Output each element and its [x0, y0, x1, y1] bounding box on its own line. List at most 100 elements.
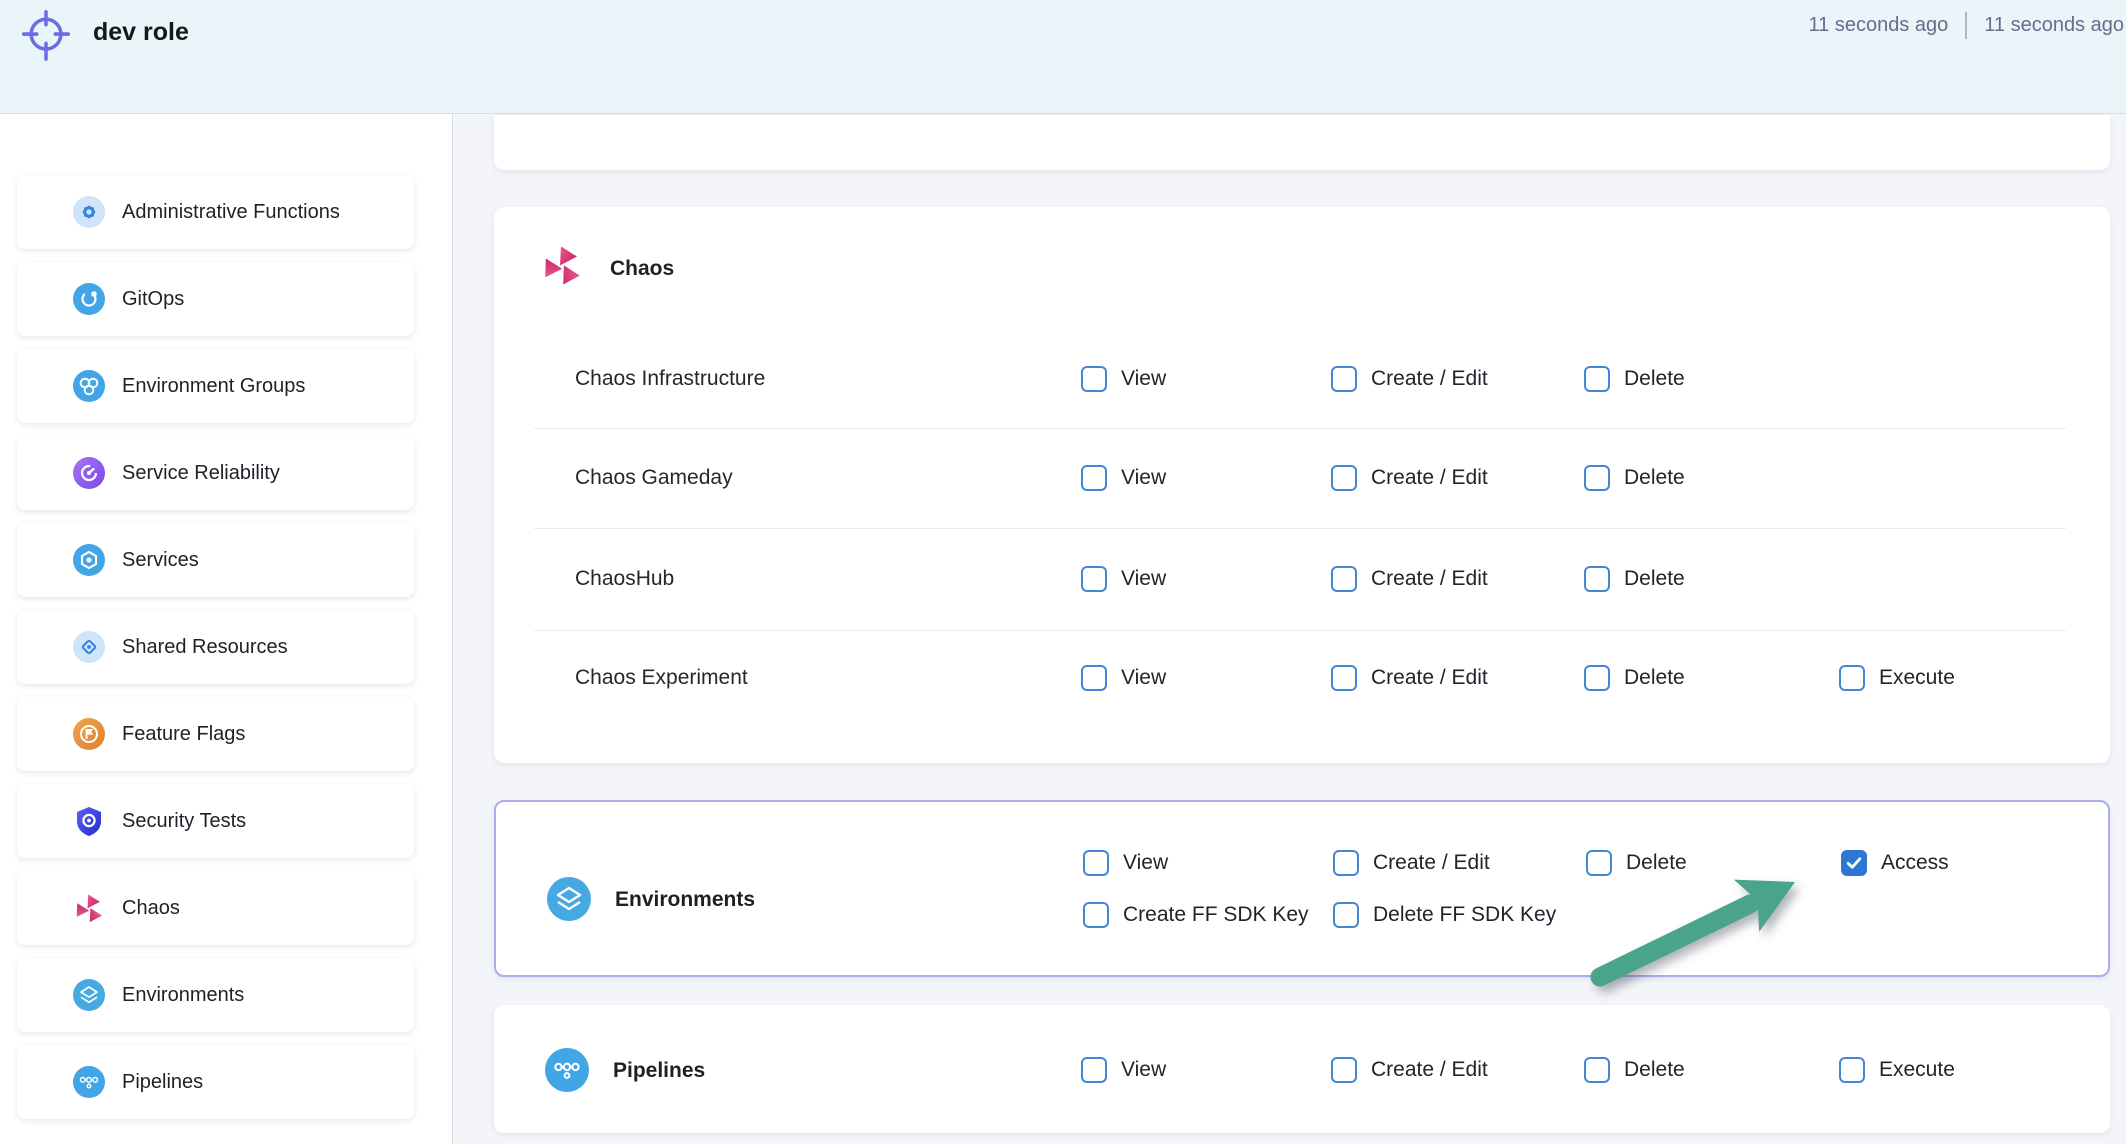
- checkbox-view[interactable]: [1083, 850, 1109, 876]
- pipelines-icon: [73, 1066, 105, 1098]
- services-icon: [73, 544, 105, 576]
- environments-icon: [547, 877, 591, 926]
- checkbox-execute[interactable]: [1839, 665, 1865, 691]
- sidebar-item-security-tests[interactable]: Security Tests: [17, 784, 414, 858]
- sidebar-item-environment-groups[interactable]: Environment Groups: [17, 349, 414, 423]
- permission-label: Delete: [1624, 1058, 1685, 1082]
- checkbox-view[interactable]: [1081, 665, 1107, 691]
- service-reliability-icon: [73, 457, 105, 489]
- section-title: Pipelines: [613, 1059, 705, 1083]
- permission-row-chaoshub: ChaosHub View Create / Edit Delete: [494, 528, 2110, 630]
- sidebar-item-label: Administrative Functions: [122, 201, 340, 224]
- resource-label: Chaos Infrastructure: [575, 367, 765, 391]
- sidebar-item-label: Chaos: [122, 897, 180, 920]
- sidebar-item-gitops[interactable]: GitOps: [17, 262, 414, 336]
- sidebar-item-pipelines[interactable]: Pipelines: [17, 1045, 414, 1119]
- permission-label: Create / Edit: [1371, 666, 1488, 690]
- permission-label: Delete: [1626, 851, 1687, 875]
- sidebar-item-feature-flags[interactable]: Feature Flags: [17, 697, 414, 771]
- resource-label: Chaos Experiment: [575, 666, 748, 690]
- checkbox-delete[interactable]: [1584, 665, 1610, 691]
- role-target-icon: [20, 6, 72, 69]
- sidebar-item-label: Shared Resources: [122, 636, 288, 659]
- security-shield-icon: [73, 805, 105, 837]
- chaos-section-header: Chaos: [494, 207, 2110, 330]
- permission-label: Create / Edit: [1371, 466, 1488, 490]
- page-header: dev role 11 seconds ago 11 seconds ago: [0, 0, 2126, 114]
- permission-label: View: [1123, 851, 1168, 875]
- permission-label: Execute: [1879, 666, 1955, 690]
- sidebar-item-services[interactable]: Services: [17, 523, 414, 597]
- permission-label: Delete: [1624, 666, 1685, 690]
- feature-flags-icon: [73, 718, 105, 750]
- page-title: dev role: [93, 18, 189, 47]
- resource-label: ChaosHub: [575, 567, 674, 591]
- permission-label: Delete: [1624, 466, 1685, 490]
- sidebar-item-label: Environment Groups: [122, 375, 305, 398]
- checkbox-delete[interactable]: [1584, 566, 1610, 592]
- checkbox-delete[interactable]: [1584, 1057, 1610, 1083]
- chaos-pinwheel-icon: [73, 892, 105, 924]
- pipelines-permissions-card: Pipelines View Create / Edit Delete Exec…: [494, 1005, 2110, 1133]
- sidebar-item-label: Service Reliability: [122, 462, 280, 485]
- permission-label: Delete: [1624, 367, 1685, 391]
- resource-label: Chaos Gameday: [575, 466, 733, 490]
- permission-label: Create / Edit: [1371, 367, 1488, 391]
- sidebar-item-label: Pipelines: [122, 1071, 203, 1094]
- timestamps: 11 seconds ago 11 seconds ago: [1809, 12, 2125, 39]
- permission-row-chaos-experiment: Chaos Experiment View Create / Edit Dele…: [494, 630, 2110, 726]
- sidebar-item-service-reliability[interactable]: Service Reliability: [17, 436, 414, 510]
- role-permissions-screen: dev role 11 seconds ago 11 seconds ago A…: [0, 0, 2126, 1144]
- checkbox-create-edit[interactable]: [1331, 665, 1357, 691]
- sidebar-item-environments[interactable]: Environments: [17, 958, 414, 1032]
- checkbox-view[interactable]: [1081, 566, 1107, 592]
- environments-icon: [73, 979, 105, 1011]
- sidebar-item-label: Services: [122, 549, 199, 572]
- timestamp-separator: [1965, 12, 1967, 39]
- environments-permissions-card-highlighted: Environments View Create / Edit Delete A…: [494, 800, 2110, 977]
- permission-label: Execute: [1879, 1058, 1955, 1082]
- permission-label: View: [1121, 666, 1166, 690]
- checkbox-view[interactable]: [1081, 465, 1107, 491]
- resource-category-sidebar: Administrative Functions GitOps: [0, 113, 453, 1144]
- permission-label: Create / Edit: [1373, 851, 1490, 875]
- section-title: Environments: [615, 888, 755, 912]
- checkbox-view[interactable]: [1081, 366, 1107, 392]
- checkbox-delete-ff-sdk-key[interactable]: [1333, 902, 1359, 928]
- permission-label: Delete: [1624, 567, 1685, 591]
- chaos-permissions-card: Chaos Chaos Infrastructure View Create /…: [494, 207, 2110, 763]
- checkbox-create-edit[interactable]: [1331, 1057, 1357, 1083]
- sidebar-item-label: Feature Flags: [122, 723, 245, 746]
- checkbox-delete[interactable]: [1584, 465, 1610, 491]
- permission-label: Access: [1881, 851, 1949, 875]
- permission-label: Create / Edit: [1371, 567, 1488, 591]
- permission-label: View: [1121, 1058, 1166, 1082]
- permission-label: Delete FF SDK Key: [1373, 903, 1556, 927]
- permission-row-chaos-gameday: Chaos Gameday View Create / Edit Delete: [494, 428, 2110, 528]
- checkbox-create-ff-sdk-key[interactable]: [1083, 902, 1109, 928]
- permission-label: View: [1121, 567, 1166, 591]
- sidebar-item-administrative-functions[interactable]: Administrative Functions: [17, 175, 414, 249]
- sidebar-item-chaos[interactable]: Chaos: [17, 871, 414, 945]
- checkbox-create-edit[interactable]: [1331, 465, 1357, 491]
- checkbox-create-edit[interactable]: [1331, 566, 1357, 592]
- checkbox-create-edit[interactable]: [1333, 850, 1359, 876]
- section-title: Chaos: [610, 257, 674, 281]
- sidebar-item-label: GitOps: [122, 288, 184, 311]
- permission-label: Create / Edit: [1371, 1058, 1488, 1082]
- shared-resources-icon: [73, 631, 105, 663]
- gear-icon: [73, 196, 105, 228]
- permission-row-chaos-infrastructure: Chaos Infrastructure View Create / Edit …: [494, 330, 2110, 428]
- checkbox-execute[interactable]: [1839, 1057, 1865, 1083]
- checkbox-view[interactable]: [1081, 1057, 1107, 1083]
- pipelines-icon: [545, 1048, 589, 1097]
- checkbox-access-checked[interactable]: [1841, 850, 1867, 876]
- sidebar-item-shared-resources[interactable]: Shared Resources: [17, 610, 414, 684]
- checkbox-delete[interactable]: [1586, 850, 1612, 876]
- gitops-icon: [73, 283, 105, 315]
- checkbox-delete[interactable]: [1584, 366, 1610, 392]
- timestamp-created: 11 seconds ago: [1984, 14, 2124, 37]
- checkbox-create-edit[interactable]: [1331, 366, 1357, 392]
- timestamp-updated: 11 seconds ago: [1809, 14, 1949, 37]
- permission-label: View: [1121, 466, 1166, 490]
